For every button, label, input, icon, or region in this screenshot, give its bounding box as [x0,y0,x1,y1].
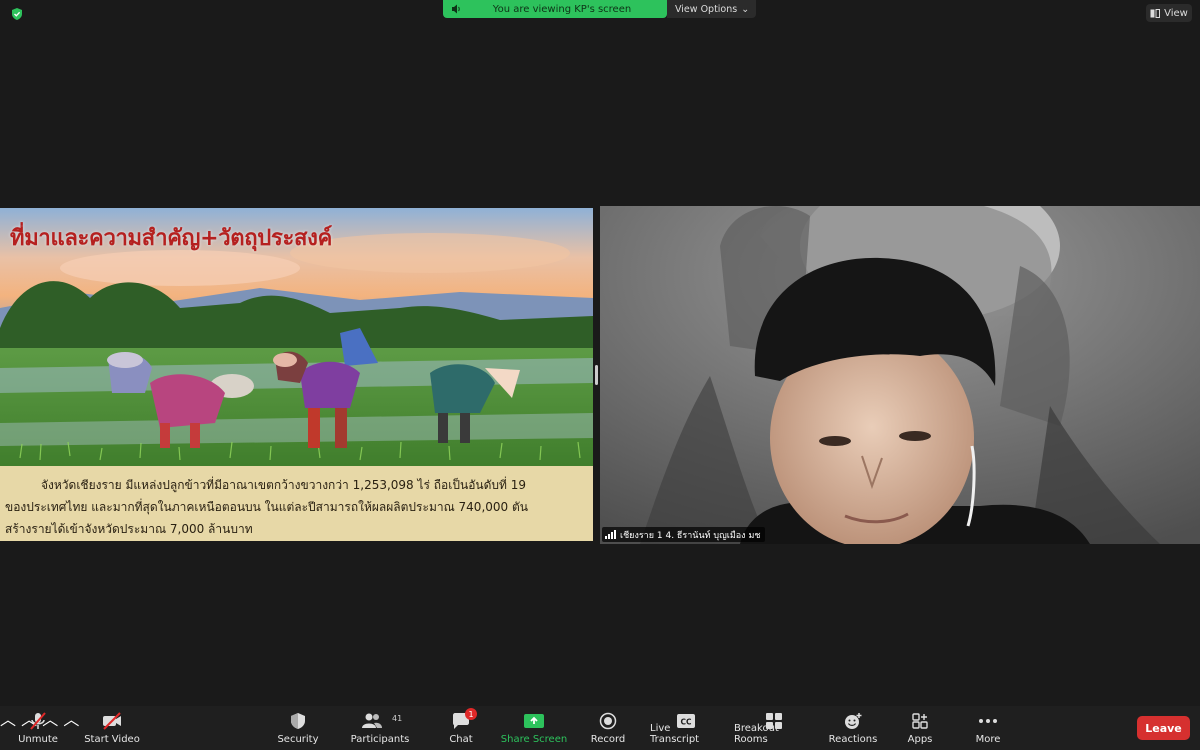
shield-icon [285,711,311,731]
view-options-button[interactable]: View Options ⌄ [667,0,756,18]
reactions-button[interactable]: Reactions [828,706,878,750]
chat-label: Chat [449,734,473,745]
participant-name-tag: เชียงราย 1 4. ธีรานันท์ บุญเมือง มช [602,527,766,542]
video-feed [600,206,1200,544]
participants-button[interactable]: 41 Participants [350,706,410,750]
leave-button[interactable]: Leave [1137,716,1190,740]
svg-text:CC: CC [680,718,692,727]
more-button[interactable]: More [970,706,1006,750]
apps-icon [907,711,933,731]
chat-button[interactable]: 1 Chat [446,706,477,750]
unmute-button[interactable]: Unmute [14,706,62,750]
security-button[interactable]: Security [276,706,320,750]
speaker-icon [452,4,460,14]
share-screen-label: Share Screen [500,734,568,745]
more-dots-icon [975,711,1001,731]
share-options-caret[interactable]: ︿ [63,710,79,729]
more-label: More [975,734,1001,745]
record-icon [595,711,621,731]
view-button[interactable]: View [1146,4,1192,22]
participant-name: เชียงราย 1 4. ธีรานันท์ บุญเมือง มช [620,530,761,541]
view-layout-icon [1150,8,1161,18]
slide-title: ที่มาและความสำคัญ+วัตถุประสงค์ [10,226,332,251]
encryption-shield-icon[interactable] [10,7,24,21]
smiley-plus-icon [840,711,866,731]
viewing-banner-text: You are viewing KP's screen [492,3,632,15]
view-label: View [1164,7,1188,19]
meeting-toolbar: Unmute ︿ Start Video ︿ Security 41 Parti… [0,706,1200,750]
start-video-label: Start Video [84,734,140,745]
share-screen-button[interactable]: Share Screen [500,706,568,750]
breakout-rooms-icon [761,711,787,731]
microphone-muted-icon [25,711,51,731]
participants-icon [359,711,385,731]
slide-line-3: สร้างรายได้เข้าจังหวัดประมาณ 7,000 ล้านบ… [5,522,253,536]
breakout-rooms-button[interactable]: Breakout Rooms [734,706,814,750]
chat-unread-badge: 1 [465,708,477,720]
reactions-label: Reactions [828,734,878,745]
start-video-button[interactable]: Start Video [84,706,140,750]
live-transcript-button[interactable]: CC Live Transcript [650,706,722,750]
participants-count: 41 [392,714,403,723]
view-options-label: View Options [675,3,738,15]
participant-video[interactable]: เชียงราย 1 4. ธีรานันท์ บุญเมือง มช [600,206,1200,544]
security-label: Security [277,734,319,745]
video-camera-off-icon [99,711,125,731]
signal-strength-icon [605,530,616,539]
apps-label: Apps [907,734,933,745]
slide-body: จังหวัดเชียงราย มีแหล่งปลูกข้าวที่มีอาณา… [5,474,588,540]
slide-line-2: ของประเทศไทย และมากที่สุดในภาคเหนือตอนบน… [5,500,528,514]
participants-label: Participants [350,734,410,745]
apps-button[interactable]: Apps [902,706,938,750]
viewing-screen-banner: You are viewing KP's screen [443,0,667,18]
share-screen-icon [521,711,547,731]
record-button[interactable]: Record [588,706,628,750]
slide-line-1: จังหวัดเชียงราย มีแหล่งปลูกข้าวที่มีอาณา… [41,478,527,492]
shared-screen[interactable]: ที่มาและความสำคัญ+วัตถุประสงค์ จังหวัดเช… [0,208,593,541]
record-label: Record [590,734,626,745]
split-divider-handle[interactable] [595,365,598,385]
chevron-down-icon: ⌄ [741,3,750,15]
closed-caption-icon: CC [673,711,699,731]
unmute-label: Unmute [18,734,58,745]
